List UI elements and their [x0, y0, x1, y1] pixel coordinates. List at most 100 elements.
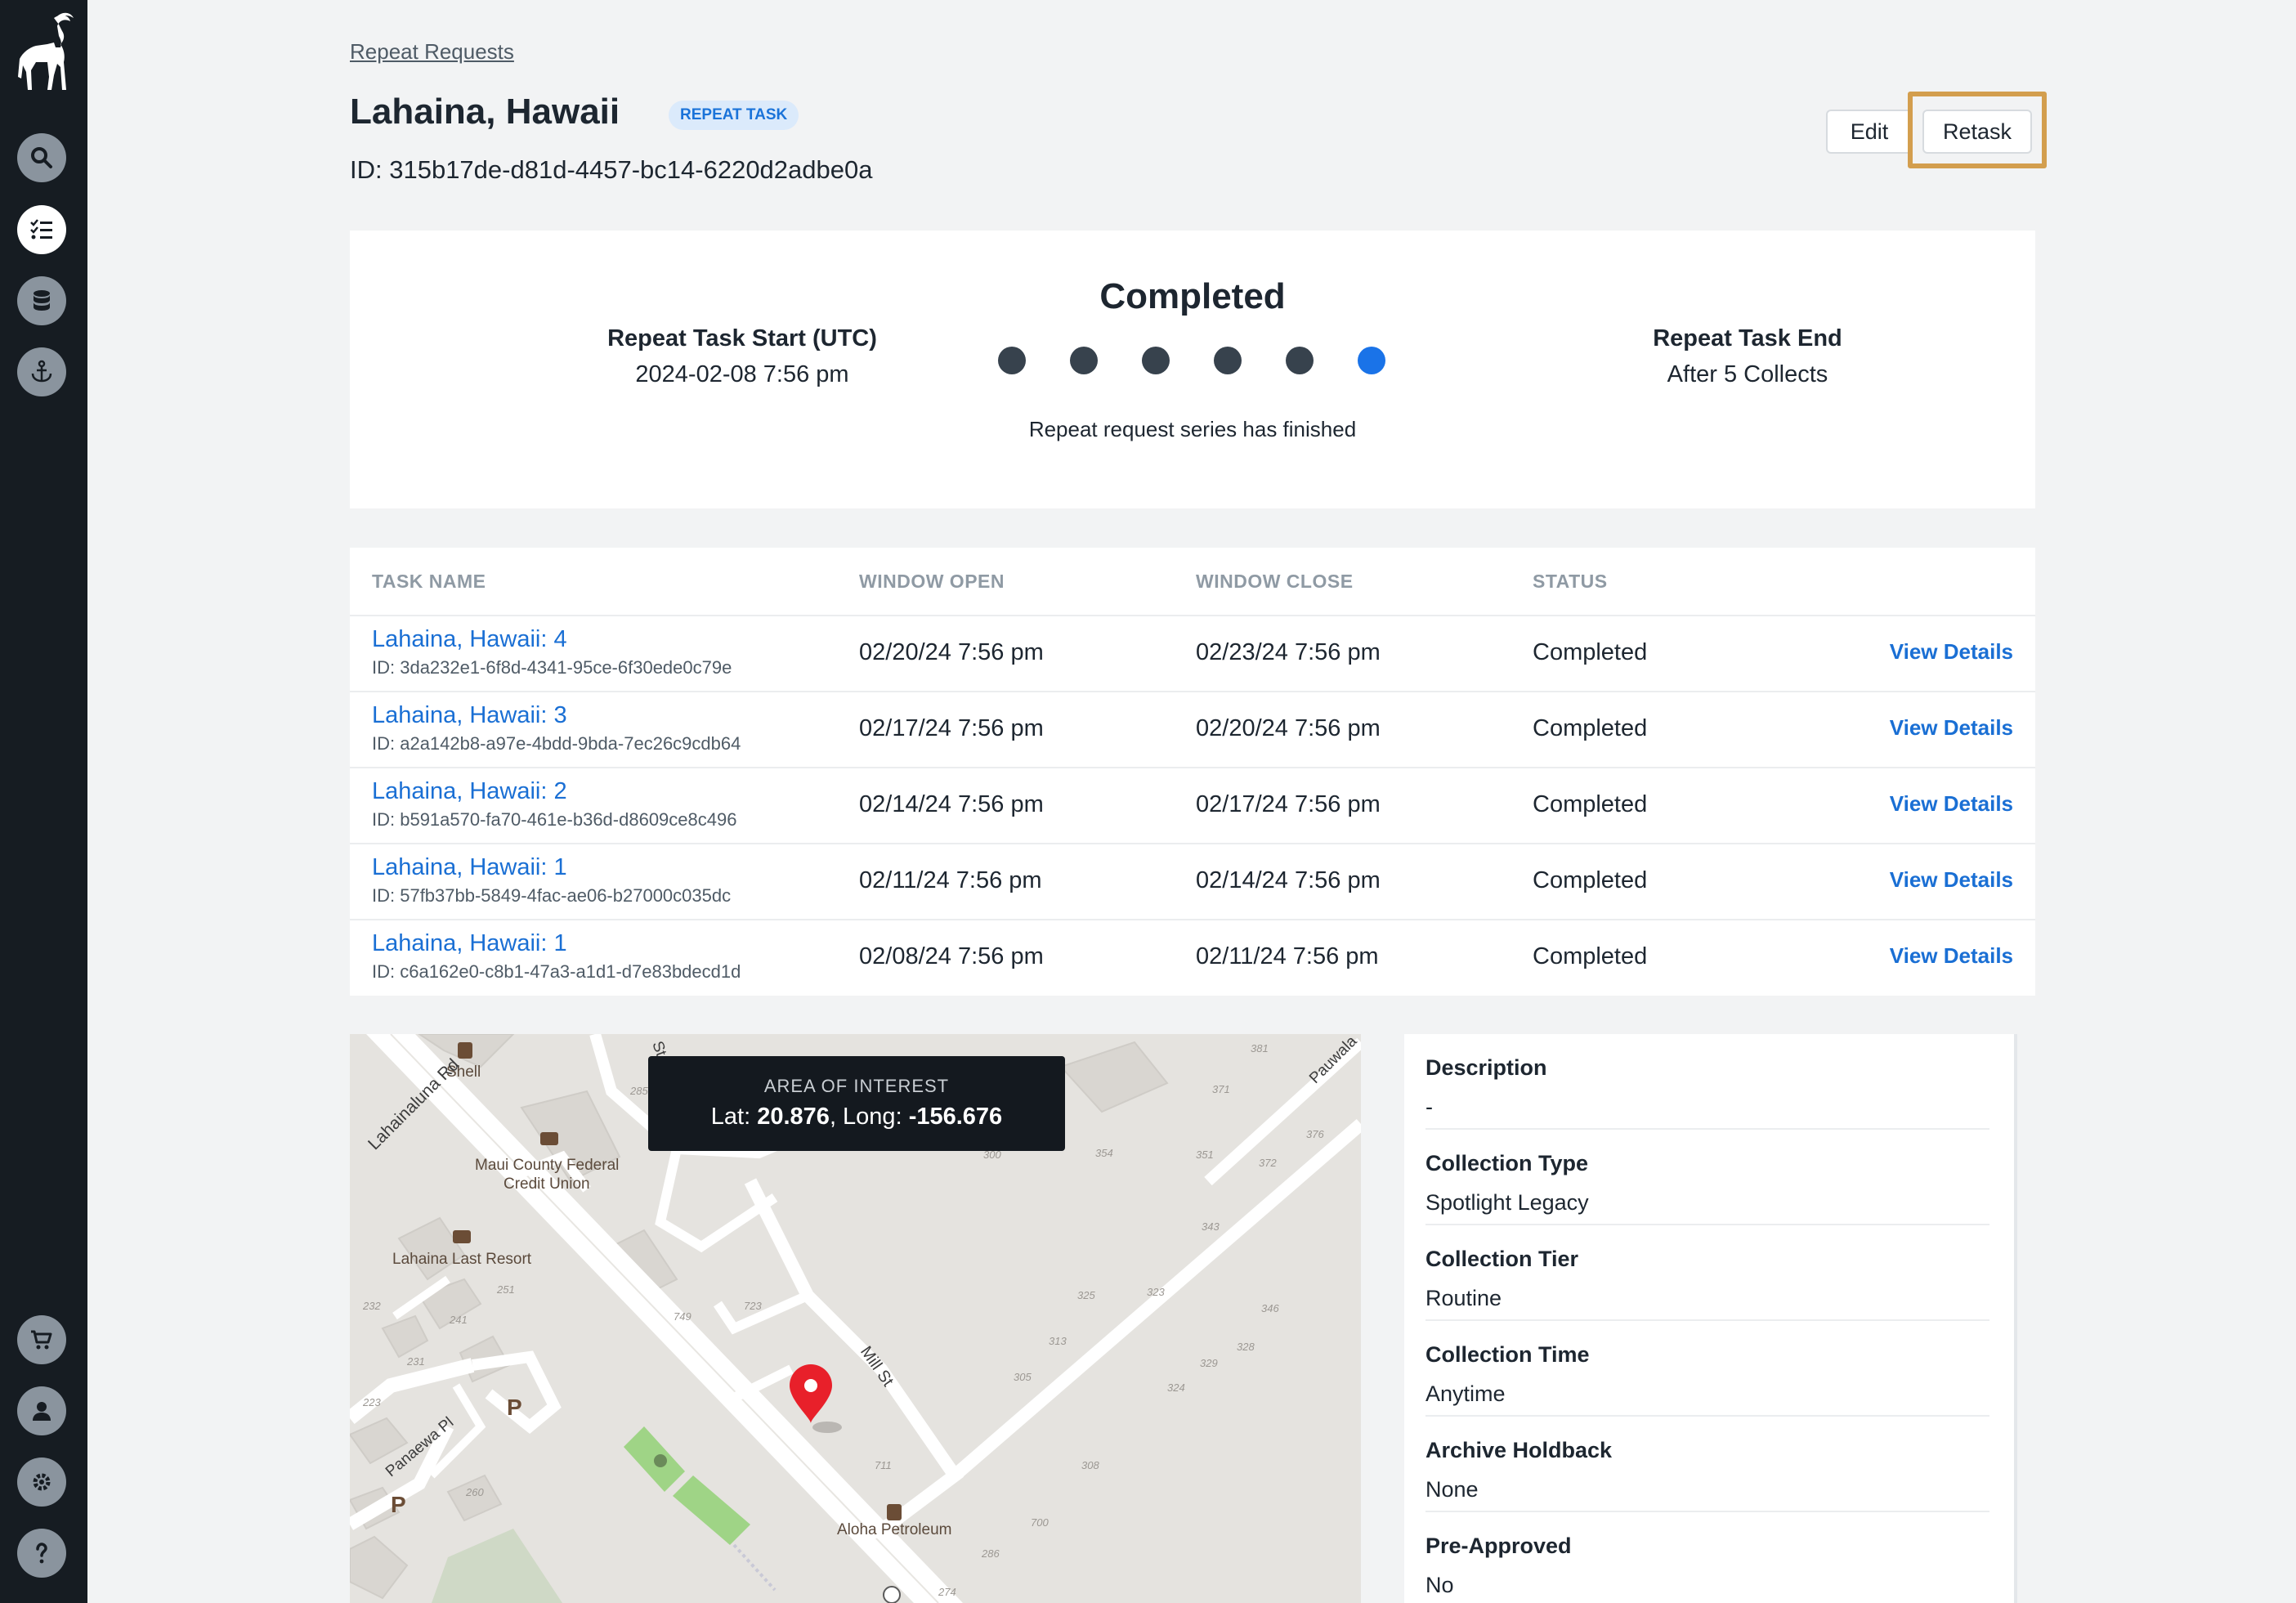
- detail-value: None: [1425, 1477, 1479, 1502]
- map-house-number: 285: [630, 1085, 648, 1097]
- progress-dot: [998, 347, 1026, 374]
- detail-archive-holdback: Archive Holdback None: [1425, 1417, 1989, 1512]
- col-header-task-name: TASK NAME: [372, 571, 486, 592]
- map-house-number: 328: [1237, 1341, 1255, 1353]
- task-id: ID: 57fb37bb-5849-4fac-ae06-b27000c035dc: [372, 885, 732, 906]
- nav-cart[interactable]: [17, 1315, 66, 1364]
- long-value: -156.676: [908, 1104, 1003, 1130]
- task-name-link[interactable]: Lahaina, Hawaii: 4: [372, 626, 567, 653]
- task-list-icon: [30, 219, 52, 240]
- col-header-window-close: WINDOW CLOSE: [1196, 571, 1354, 592]
- aoi-coordinates: Lat: 20.876, Long: -156.676: [648, 1104, 1065, 1131]
- anchor-icon: [31, 360, 52, 383]
- page-title: Lahaina, Hawaii: [350, 92, 620, 132]
- map-house-number: 723: [744, 1300, 762, 1312]
- view-details-link[interactable]: View Details: [1890, 791, 2013, 817]
- task-name-link[interactable]: Lahaina, Hawaii: 1: [372, 854, 567, 881]
- nav-settings[interactable]: [17, 1457, 66, 1507]
- detail-collection-type: Collection Type Spotlight Legacy: [1425, 1130, 1989, 1225]
- edit-button[interactable]: Edit: [1826, 110, 1913, 154]
- detail-label: Archive Holdback: [1425, 1438, 1613, 1462]
- task-status: Completed: [1533, 791, 1648, 817]
- map-house-number: 329: [1200, 1357, 1218, 1369]
- col-header-window-open: WINDOW OPEN: [859, 571, 1005, 592]
- nav-tasks[interactable]: [17, 205, 66, 254]
- map-house-number: 274: [938, 1586, 956, 1598]
- window-close: 02/17/24 7:56 pm: [1196, 791, 1381, 817]
- window-open: 02/20/24 7:56 pm: [859, 639, 1044, 665]
- detail-description: Description -: [1425, 1034, 1989, 1130]
- nav-database[interactable]: [17, 276, 66, 325]
- nav-search[interactable]: [17, 133, 66, 182]
- task-id: ID: 3da232e1-6f8d-4341-95ce-6f30ede0c79e: [372, 657, 732, 678]
- view-details-link[interactable]: View Details: [1890, 867, 2013, 893]
- series-status: Completed: [1099, 276, 1286, 316]
- map-house-number: 308: [1081, 1459, 1099, 1471]
- view-details-link[interactable]: View Details: [1890, 639, 2013, 665]
- table-row: Lahaina, Hawaii: 1 ID: c6a162e0-c8b1-47a…: [350, 919, 2035, 995]
- map-house-number: 354: [1095, 1147, 1113, 1159]
- map-label-last-resort: Lahaina Last Resort: [392, 1251, 532, 1268]
- search-icon: [31, 147, 52, 168]
- map-house-number: 260: [466, 1486, 484, 1498]
- map-house-number: 305: [1014, 1371, 1032, 1383]
- area-of-interest-tooltip: AREA OF INTEREST Lat: 20.876, Long: -156…: [648, 1056, 1065, 1151]
- progress-dot: [1286, 347, 1314, 374]
- nav-account[interactable]: [17, 1386, 66, 1435]
- progress-dot: [1070, 347, 1098, 374]
- map-label-maui-cu-2: Credit Union: [504, 1175, 590, 1193]
- map-house-number: 381: [1251, 1042, 1269, 1054]
- long-prefix: , Long:: [829, 1104, 909, 1130]
- details-panel: Description - Collection Type Spotlight …: [1404, 1034, 2017, 1603]
- map-parking-label: P: [391, 1492, 406, 1517]
- area-map[interactable]: P P Shell Lahainaluna Rd Maui County Fed…: [350, 1034, 1361, 1603]
- task-name-link[interactable]: Lahaina, Hawaii: 2: [372, 778, 567, 805]
- start-value: 2024-02-08 7:56 pm: [635, 361, 849, 387]
- start-label: Repeat Task Start (UTC): [607, 325, 877, 351]
- nav-help[interactable]: [17, 1529, 66, 1578]
- map-house-number: 323: [1147, 1286, 1165, 1298]
- detail-label: Collection Type: [1425, 1151, 1589, 1175]
- view-details-link[interactable]: View Details: [1890, 943, 2013, 969]
- end-value: After 5 Collects: [1667, 361, 1828, 387]
- details-scrollbar[interactable]: [2014, 1034, 2017, 1603]
- detail-value: Anytime: [1425, 1381, 1506, 1406]
- progress-dot: [1142, 347, 1170, 374]
- map-house-number: 749: [674, 1310, 691, 1323]
- detail-value: Spotlight Legacy: [1425, 1190, 1589, 1215]
- end-label: Repeat Task End: [1653, 325, 1842, 351]
- map-house-number: 286: [982, 1547, 1000, 1560]
- settings-icon: [33, 1473, 51, 1491]
- ibex-logo-icon[interactable]: [11, 11, 74, 93]
- table-row: Lahaina, Hawaii: 1 ID: 57fb37bb-5849-4fa…: [350, 843, 2035, 919]
- aoi-label: AREA OF INTEREST: [763, 1076, 950, 1096]
- task-name-link[interactable]: Lahaina, Hawaii: 1: [372, 930, 567, 957]
- map-house-number: 313: [1049, 1335, 1067, 1347]
- database-icon: [34, 290, 50, 311]
- progress-dot-current: [1358, 347, 1385, 374]
- series-subtitle: Repeat request series has finished: [1028, 417, 1357, 441]
- map-house-number: 346: [1261, 1302, 1279, 1314]
- col-header-status: STATUS: [1533, 571, 1608, 592]
- table-row: Lahaina, Hawaii: 2 ID: b591a570-fa70-461…: [350, 767, 2035, 843]
- view-details-link[interactable]: View Details: [1890, 715, 2013, 741]
- table-row: Lahaina, Hawaii: 4 ID: 3da232e1-6f8d-434…: [350, 615, 2035, 691]
- detail-collection-time: Collection Time Anytime: [1425, 1321, 1989, 1417]
- nav-anchor[interactable]: [17, 347, 66, 396]
- map-house-number: 351: [1196, 1149, 1214, 1161]
- lat-prefix: Lat:: [710, 1104, 758, 1130]
- task-status: Completed: [1533, 867, 1648, 893]
- map-house-number: 371: [1212, 1083, 1230, 1095]
- map-label-maui-cu-1: Maui County Federal: [475, 1157, 620, 1174]
- breadcrumb-repeat-requests[interactable]: Repeat Requests: [350, 39, 514, 65]
- detail-value: No: [1425, 1573, 1454, 1597]
- retask-button[interactable]: Retask: [1922, 110, 2032, 154]
- task-name-link[interactable]: Lahaina, Hawaii: 3: [372, 702, 567, 729]
- window-close: 02/23/24 7:56 pm: [1196, 639, 1381, 665]
- user-icon: [33, 1402, 51, 1421]
- window-open: 02/14/24 7:56 pm: [859, 791, 1044, 817]
- map-label-aloha: Aloha Petroleum: [837, 1521, 952, 1538]
- detail-value: Routine: [1425, 1286, 1502, 1310]
- map-house-number: 711: [875, 1459, 892, 1471]
- map-house-number: 231: [407, 1355, 425, 1368]
